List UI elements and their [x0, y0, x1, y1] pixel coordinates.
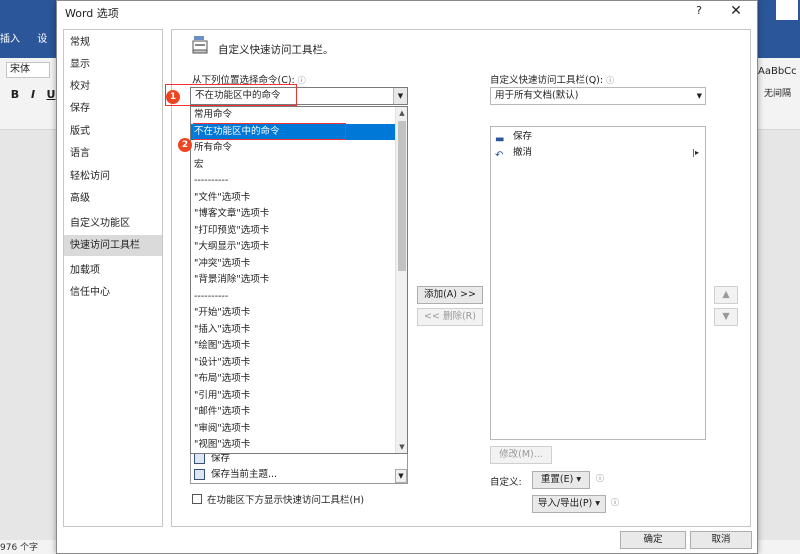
italic-button[interactable]: I — [26, 88, 40, 102]
dropdown-option[interactable]: "文件"选项卡 — [191, 190, 395, 207]
dropdown-option[interactable]: "背景消除"选项卡 — [191, 272, 395, 289]
nav-item-display[interactable]: 显示 — [64, 54, 162, 75]
chevron-down-icon[interactable]: ▼ — [396, 441, 407, 453]
options-nav: 常规 显示 校对 保存 版式 语言 轻松访问 高级 自定义功能区 快速访问工具栏… — [63, 29, 163, 527]
nav-item-accessibility[interactable]: 轻松访问 — [64, 166, 162, 187]
nav-item-proofing[interactable]: 校对 — [64, 76, 162, 97]
save-icon — [194, 453, 205, 464]
bold-button[interactable]: B — [8, 88, 22, 102]
callout-badge-2: 2 — [178, 138, 192, 152]
dialog-title: Word 选项 — [65, 7, 119, 20]
scroll-down-button[interactable]: ▼ — [395, 469, 407, 483]
quick-access-toolbar-list[interactable]: ▬ 保存 ↶ 撤消 |▸ — [490, 126, 706, 440]
status-word-count: 976 个字 — [0, 543, 39, 553]
font-name-box[interactable]: 宋体 — [6, 62, 50, 78]
import-export-button[interactable]: 导入/导出(P) ▾ — [532, 495, 606, 513]
chevron-down-icon[interactable]: ▼ — [393, 88, 407, 104]
list-item-label: 保存 — [211, 453, 231, 464]
show-below-ribbon-checkbox[interactable] — [192, 494, 202, 504]
user-avatar[interactable] — [776, 0, 798, 20]
customize-label: 自定义: — [490, 477, 522, 488]
list-item[interactable]: 保存当前主题... — [191, 467, 391, 483]
move-down-button[interactable]: ▼ — [714, 308, 738, 326]
dropdown-option[interactable]: "绘图"选项卡 — [191, 338, 395, 355]
dropdown-option[interactable]: "打印预览"选项卡 — [191, 223, 395, 240]
dropdown-option[interactable]: 所有命令 — [191, 140, 395, 157]
list-item[interactable]: ↶ 撤消 |▸ — [491, 145, 705, 161]
nav-item-general[interactable]: 常规 — [64, 32, 162, 53]
cancel-button[interactable]: 取消 — [690, 531, 752, 549]
dropdown-option[interactable]: "开始"选项卡 — [191, 305, 395, 322]
dropdown-option[interactable]: "冲突"选项卡 — [191, 256, 395, 273]
nav-item-save[interactable]: 保存 — [64, 98, 162, 119]
show-below-ribbon-label: 在功能区下方显示快速访问工具栏(H) — [207, 495, 365, 506]
dropdown-option[interactable]: "邮件"选项卡 — [191, 404, 395, 421]
dialog-titlebar: Word 选项 ? ✕ — [57, 1, 757, 23]
style-sample[interactable]: AaBbCc — [758, 66, 797, 77]
nav-item-language[interactable]: 语言 — [64, 143, 162, 164]
dropdown-scrollbar[interactable]: ▲ ▼ — [395, 107, 407, 453]
list-item-label: 保存当前主题... — [211, 469, 278, 480]
quick-access-toolbar-icon — [192, 36, 208, 54]
dropdown-option[interactable]: "博客文章"选项卡 — [191, 206, 395, 223]
undo-icon: ↶ — [495, 150, 504, 161]
section-title: 自定义快速访问工具栏。 — [218, 44, 334, 56]
ribbon-tab-design[interactable]: 设 — [37, 34, 47, 45]
choose-commands-dropdown[interactable]: 常用命令 不在功能区中的命令 所有命令 宏 ---------- "文件"选项卡… — [190, 106, 408, 454]
dropdown-option[interactable]: "大纲显示"选项卡 — [191, 239, 395, 256]
dropdown-separator: ---------- — [194, 175, 229, 186]
dropdown-option[interactable]: "视图"选项卡 — [191, 437, 395, 453]
dropdown-option[interactable]: "布局"选项卡 — [191, 371, 395, 388]
chevron-up-icon[interactable]: ▲ — [396, 107, 407, 119]
close-button[interactable]: ✕ — [727, 2, 745, 20]
format-buttons: BIU — [8, 88, 62, 102]
ribbon-tabs: 插入 设 — [0, 30, 61, 45]
customize-toolbar-label-text: 自定义快速访问工具栏(Q): — [490, 75, 604, 86]
customize-scope-value: 用于所有文档(默认) — [495, 90, 579, 101]
list-item-label: 保存 — [513, 131, 533, 142]
remove-button[interactable]: << 删除(R) — [417, 308, 483, 326]
list-item[interactable]: ▬ 保存 — [491, 129, 705, 145]
dropdown-separator: ---------- — [194, 290, 229, 302]
ok-button[interactable]: 确定 — [620, 531, 686, 549]
info-icon: ⓘ — [297, 76, 306, 85]
dropdown-option[interactable]: "引用"选项卡 — [191, 388, 395, 405]
nav-item-trust-center[interactable]: 信任中心 — [64, 282, 162, 303]
callout-box-2 — [193, 123, 346, 140]
dropdown-option[interactable]: "设计"选项卡 — [191, 355, 395, 372]
scrollbar-thumb[interactable] — [398, 121, 406, 271]
nav-item-add-ins[interactable]: 加载项 — [64, 260, 162, 281]
customize-scope-select[interactable]: 用于所有文档(默认) ▼ — [490, 87, 706, 105]
dropdown-option[interactable]: "审阅"选项卡 — [191, 421, 395, 438]
list-item-label: 撤消 — [513, 147, 533, 158]
expand-icon[interactable]: |▸ — [692, 145, 699, 161]
customize-toolbar-label: 自定义快速访问工具栏(Q): ⓘ — [490, 72, 614, 86]
reset-button[interactable]: 重置(E) ▾ — [532, 471, 590, 489]
info-icon: ⓘ — [606, 76, 615, 85]
move-up-button[interactable]: ▲ — [714, 286, 738, 304]
help-button[interactable]: ? — [691, 3, 707, 19]
dropdown-option[interactable]: 常用命令 — [191, 107, 395, 124]
info-icon: ⓘ — [596, 474, 604, 483]
dropdown-option[interactable]: "插入"选项卡 — [191, 322, 395, 339]
nav-item-layout[interactable]: 版式 — [64, 121, 162, 142]
nav-item-advanced[interactable]: 高级 — [64, 188, 162, 209]
modify-button[interactable]: 修改(M)... — [490, 446, 552, 464]
add-button[interactable]: 添加(A) >> — [417, 286, 483, 304]
callout-badge-1: 1 — [166, 90, 180, 104]
info-icon: ⓘ — [611, 498, 619, 507]
dropdown-option[interactable]: 宏 — [191, 157, 395, 174]
nav-item-quick-access-toolbar[interactable]: 快速访问工具栏 — [64, 235, 162, 256]
style-name: 无间隔 — [764, 89, 792, 99]
nav-item-customize-ribbon[interactable]: 自定义功能区 — [64, 213, 162, 234]
chevron-down-icon[interactable]: ▼ — [697, 88, 702, 104]
ribbon-tab-insert[interactable]: 插入 — [0, 34, 20, 45]
callout-box-1 — [165, 84, 297, 106]
theme-save-icon — [194, 469, 205, 480]
